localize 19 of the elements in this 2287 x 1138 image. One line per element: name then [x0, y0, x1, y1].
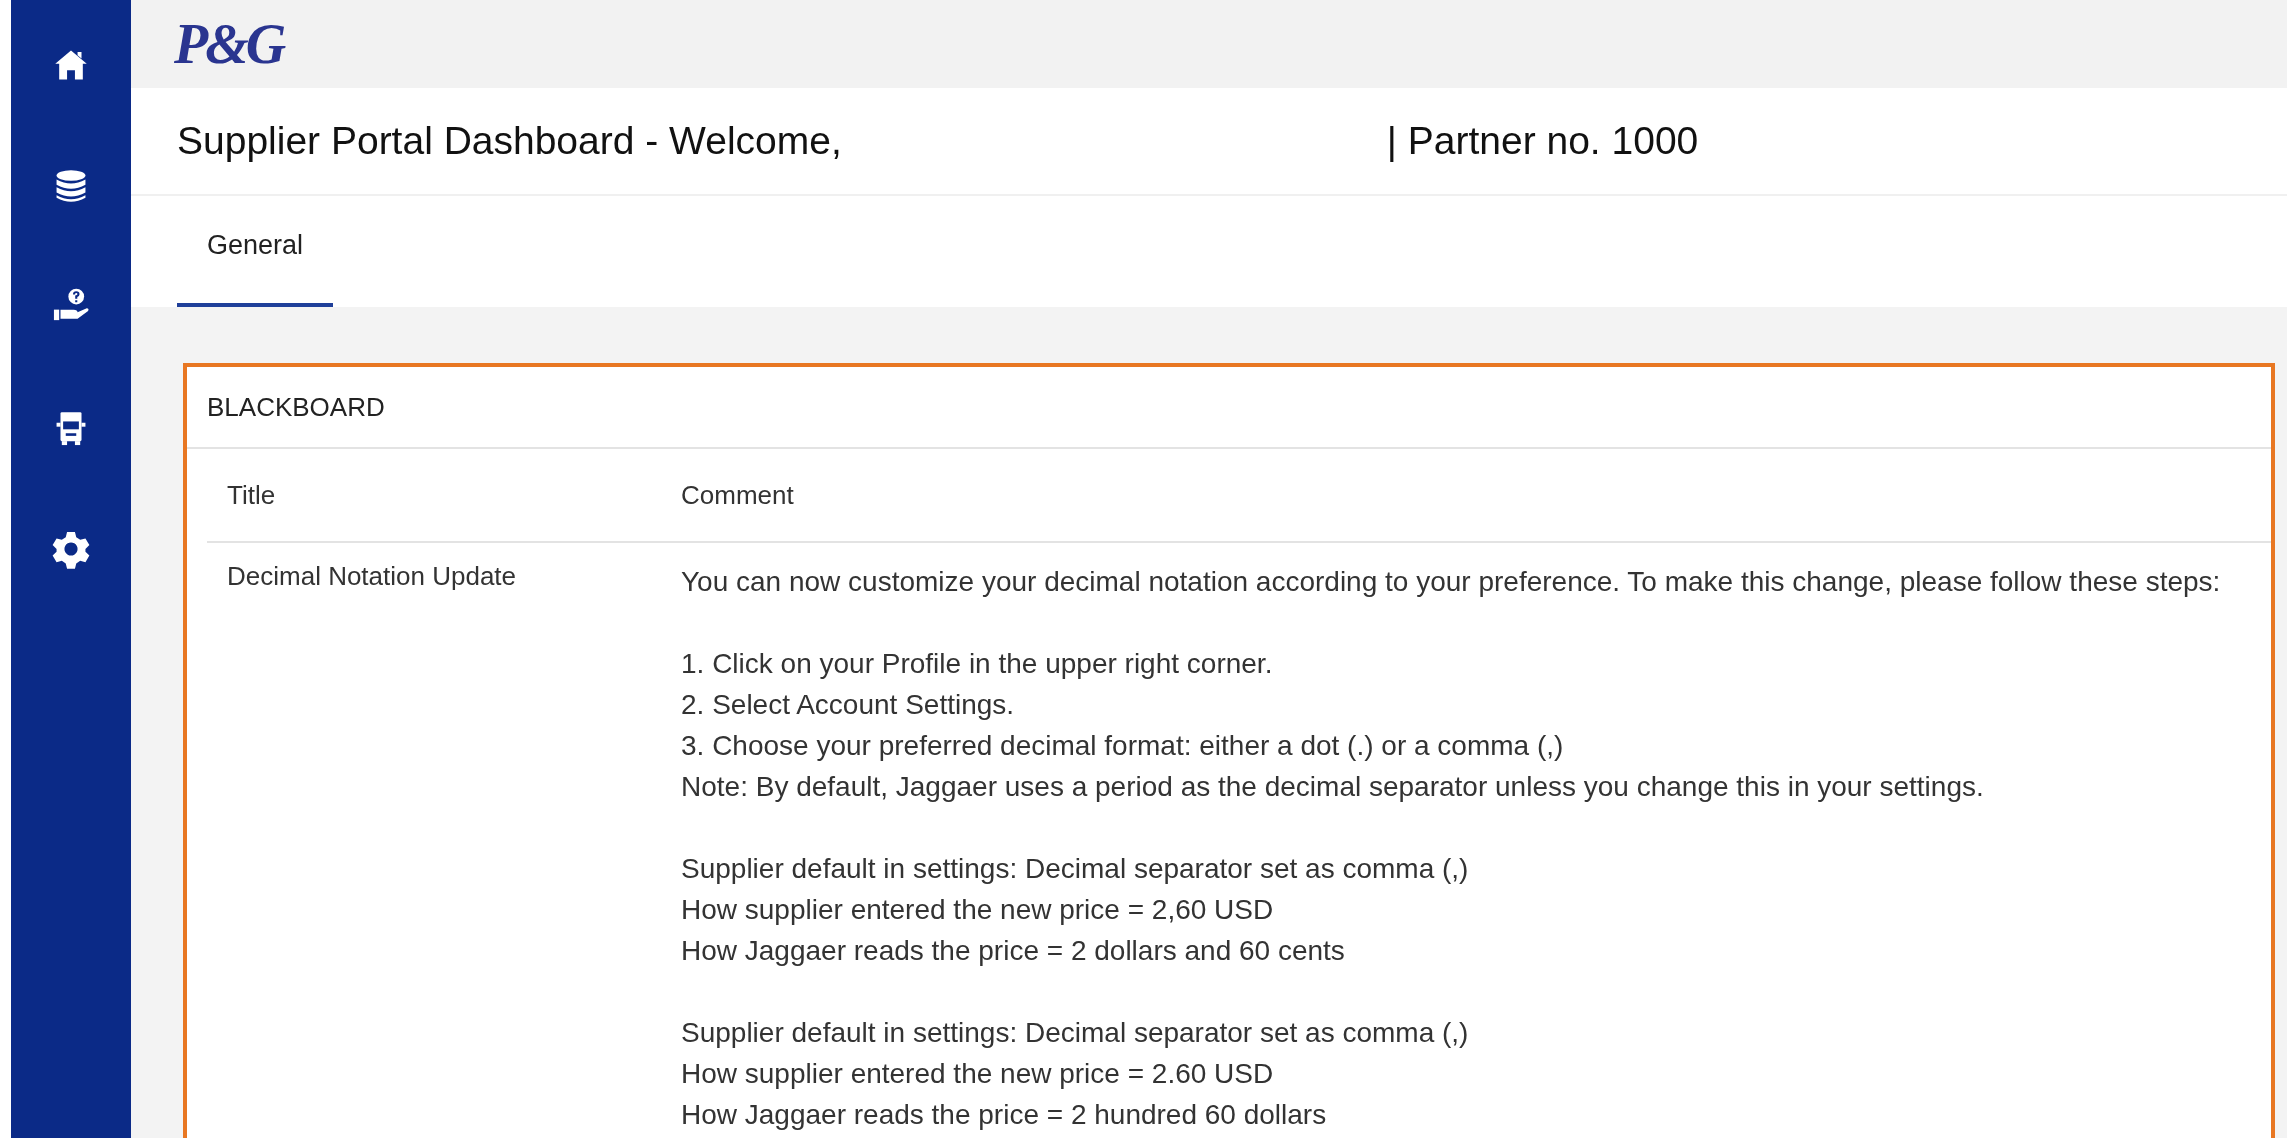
comment-line: 1. Click on your Profile in the upper right corner. [681, 647, 1274, 681]
partner-number: | Partner no. 1000 [1386, 119, 1699, 163]
comment-line: You can now customize your decimal notation according to your preference. To make this change, please follow these steps: [681, 565, 2221, 599]
tab[interactable]: General [177, 203, 333, 307]
page-title: Supplier Portal Dashboard - Welcome, [177, 119, 842, 163]
column-header: Title [226, 479, 277, 511]
table-cell-text: Decimal Notation Update [226, 560, 518, 593]
comment-line: 3. Choose your preferred decimal format: either a dot (.) or a comma (,) [681, 729, 1565, 763]
comment-line: How supplier entered the new price = 2.60 USD [681, 1057, 1275, 1091]
panel-title: BLACKBOARD [187, 367, 2271, 449]
column-header: Comment [681, 479, 794, 511]
logo: P&G [174, 16, 284, 72]
comment-line: 2. Select Account Settings. [681, 688, 1016, 722]
comment-line: How Jaggaer reads the price = 2 hundred 60 dollars [681, 1098, 1328, 1132]
comment-line: Note: By default, Jaggaer uses a period as the decimal separator unless you change this in your settings. [681, 770, 1985, 804]
comment-line: How supplier entered the new price = 2,60 USD [681, 893, 1275, 927]
comment-line: Supplier default in settings: Decimal separator set as comma (,) [681, 852, 1470, 886]
comment-line: How Jaggaer reads the price = 2 dollars and 60 cents [681, 934, 1346, 968]
comment-line: Supplier default in settings: Decimal separator set as comma (,) [681, 1016, 1470, 1050]
